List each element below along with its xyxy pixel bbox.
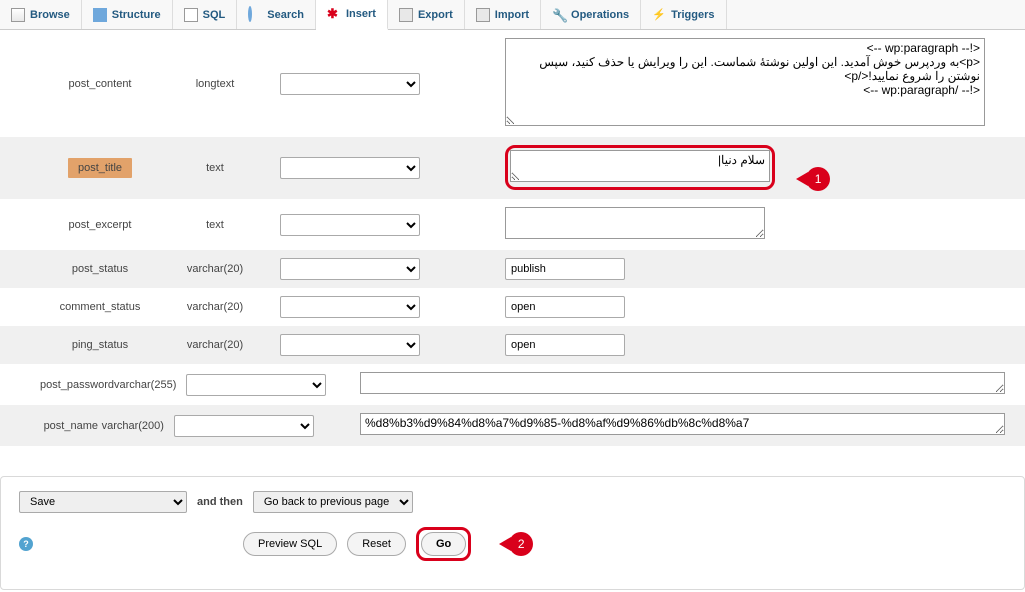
field-name-highlighted: post_title	[68, 158, 132, 178]
value-input[interactable]	[505, 296, 625, 318]
import-icon	[476, 8, 490, 22]
tab-label: Export	[418, 9, 453, 21]
field-name: ping_status	[0, 339, 160, 351]
tab-label: SQL	[203, 9, 226, 21]
field-rows: post_content longtext post_title text 1 …	[0, 30, 1025, 446]
tab-label: Search	[267, 9, 304, 21]
field-type: varchar(200)	[102, 420, 164, 432]
reset-button[interactable]: Reset	[347, 532, 406, 556]
field-type: longtext	[160, 78, 270, 90]
export-icon	[399, 8, 413, 22]
help-icon[interactable]: ?	[19, 537, 33, 551]
tab-operations[interactable]: 🔧 Operations	[541, 0, 641, 29]
go-button[interactable]: Go	[421, 532, 466, 556]
row-post-content: post_content longtext	[0, 30, 1025, 137]
tab-bar: Browse Structure SQL Search ✱ Insert Expo…	[0, 0, 1025, 30]
structure-icon	[93, 8, 107, 22]
annotation-box-1	[505, 145, 775, 190]
tab-label: Insert	[346, 8, 376, 20]
value-input[interactable]	[505, 258, 625, 280]
field-type: varchar(20)	[160, 301, 270, 313]
tab-browse[interactable]: Browse	[0, 0, 82, 29]
value-textarea[interactable]	[360, 413, 1005, 435]
triggers-icon: ⚡	[652, 8, 666, 22]
callout-number: 2	[509, 532, 533, 556]
tab-sql[interactable]: SQL	[173, 0, 238, 29]
tab-triggers[interactable]: ⚡ Triggers	[641, 0, 726, 29]
tab-label: Import	[495, 9, 529, 21]
field-name: post_excerpt	[0, 219, 160, 231]
function-select[interactable]	[174, 415, 314, 437]
value-input[interactable]	[505, 334, 625, 356]
field-name: post_password	[0, 379, 114, 391]
tab-search[interactable]: Search	[237, 0, 316, 29]
tab-label: Operations	[571, 9, 629, 21]
row-post-excerpt: post_excerpt text	[0, 199, 1025, 250]
row-post-name: post_name varchar(200)	[0, 405, 1025, 446]
field-name: comment_status	[0, 301, 160, 313]
save-select[interactable]: Save	[19, 491, 187, 513]
operations-icon: 🔧	[552, 8, 566, 22]
field-type: varchar(20)	[160, 339, 270, 351]
value-textarea[interactable]	[505, 207, 765, 239]
value-textarea[interactable]	[360, 372, 1005, 394]
function-select[interactable]	[280, 73, 420, 95]
value-textarea[interactable]	[510, 150, 770, 182]
field-name: post_status	[0, 263, 160, 275]
row-comment-status: comment_status varchar(20)	[0, 288, 1025, 326]
function-select[interactable]	[280, 334, 420, 356]
field-type: varchar(20)	[160, 263, 270, 275]
insert-icon: ✱	[327, 7, 341, 21]
tab-label: Triggers	[671, 9, 714, 21]
tab-insert[interactable]: ✱ Insert	[316, 0, 388, 30]
tab-label: Browse	[30, 9, 70, 21]
browse-icon	[11, 8, 25, 22]
callout-2: 2	[499, 532, 533, 556]
callout-number: 1	[806, 167, 830, 191]
function-select[interactable]	[280, 214, 420, 236]
action-footer: Save and then Go back to previous page ?…	[0, 476, 1025, 590]
row-post-password: post_password varchar(255)	[0, 364, 1025, 405]
value-textarea[interactable]	[505, 38, 985, 126]
field-name: post_name	[0, 420, 102, 432]
tab-structure[interactable]: Structure	[82, 0, 173, 29]
function-select[interactable]	[280, 157, 420, 179]
search-icon	[248, 8, 262, 22]
function-select[interactable]	[186, 374, 326, 396]
field-type: text	[160, 219, 270, 231]
sql-icon	[184, 8, 198, 22]
annotation-box-2: Go	[416, 527, 471, 561]
callout-1: 1	[796, 167, 830, 191]
row-ping-status: ping_status varchar(20)	[0, 326, 1025, 364]
preview-sql-button[interactable]: Preview SQL	[243, 532, 337, 556]
function-select[interactable]	[280, 296, 420, 318]
row-post-title: post_title text 1	[0, 137, 1025, 199]
tab-label: Structure	[112, 9, 161, 21]
and-then-label: and then	[197, 496, 243, 508]
row-post-status: post_status varchar(20)	[0, 250, 1025, 288]
field-type: text	[160, 162, 270, 174]
tab-import[interactable]: Import	[465, 0, 541, 29]
function-select[interactable]	[280, 258, 420, 280]
field-name: post_content	[0, 78, 160, 90]
field-type: varchar(255)	[114, 379, 176, 391]
tab-export[interactable]: Export	[388, 0, 465, 29]
then-select[interactable]: Go back to previous page	[253, 491, 413, 513]
